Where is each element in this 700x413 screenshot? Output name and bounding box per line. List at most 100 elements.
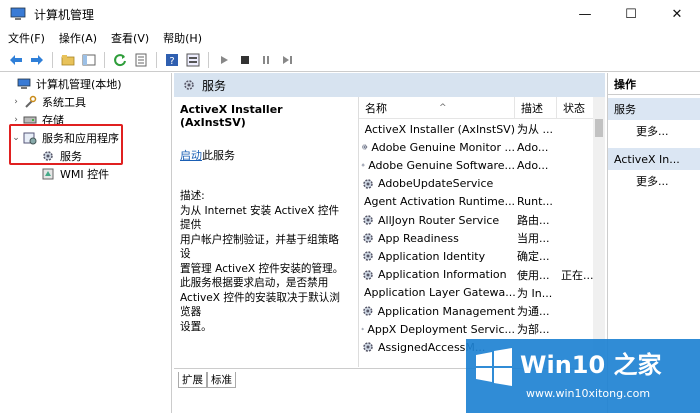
more-actions-link[interactable]: 更多... — [608, 120, 700, 142]
export-list-icon[interactable] — [133, 52, 149, 68]
vertical-scrollbar[interactable] — [593, 97, 605, 367]
service-row[interactable]: Application Identity 确定... — [359, 247, 594, 265]
column-label: 名称 — [365, 102, 387, 115]
tools-icon — [22, 95, 38, 109]
start-service-link[interactable]: 启动 — [180, 149, 202, 162]
service-name: Agent Activation Runtime... — [364, 195, 515, 209]
scrollbar-thumb[interactable] — [595, 119, 603, 137]
tree-item-wmi[interactable]: WMI 控件 — [40, 165, 109, 183]
service-name-cell: Adobe Genuine Software... — [359, 158, 515, 172]
tree-item-root[interactable]: 计算机管理(本地) — [4, 75, 122, 93]
column-header-name[interactable]: 名称 ^ — [359, 97, 515, 119]
service-row[interactable]: AllJoyn Router Service 路由... — [359, 211, 594, 229]
column-label: 状态 — [563, 102, 585, 115]
service-name-cell: Adobe Genuine Monitor ... — [359, 140, 515, 154]
selected-service-title: ActiveX Installer (AxInstSV) — [180, 103, 283, 129]
service-gear-icon — [363, 269, 373, 280]
service-row[interactable]: Application Management 为通... — [359, 302, 594, 320]
description-panel: ActiveX Installer (AxInstSV) 启动此服务 描述: 为… — [174, 97, 354, 367]
expand-icon[interactable]: › — [10, 97, 22, 107]
service-name-cell: Agent Activation Runtime... — [359, 195, 515, 209]
close-button[interactable]: ✕ — [654, 0, 700, 28]
maximize-button[interactable]: ☐ — [608, 0, 654, 28]
service-name-cell: AppX Deployment Servic... — [359, 322, 515, 336]
refresh-icon[interactable] — [112, 52, 128, 68]
more-actions-link[interactable]: 更多... — [608, 170, 700, 192]
menu-bar: 文件(F) 操作(A) 查看(V) 帮助(H) — [0, 28, 700, 48]
services-gear-icon — [184, 80, 194, 90]
tab-extended[interactable]: 扩展 — [178, 372, 207, 388]
column-header-status[interactable]: 状态 — [557, 97, 594, 119]
menu-help[interactable]: 帮助(H) — [163, 30, 202, 46]
service-gear-icon — [363, 178, 373, 189]
up-folder-icon[interactable] — [60, 52, 76, 68]
service-row[interactable]: AppX Deployment Servic... 为部... — [359, 320, 594, 338]
service-desc: 当用... — [517, 232, 550, 246]
description-label: 描述: — [180, 190, 205, 202]
description-line: ActiveX 控件的安装取决于默认浏览器 — [180, 291, 340, 319]
service-row[interactable]: Adobe Genuine Monitor ... Ado... — [359, 138, 594, 156]
forward-icon[interactable] — [29, 52, 45, 68]
start-service-icon[interactable] — [216, 52, 232, 68]
description-line: 置管理 ActiveX 控件安装的管理。 — [180, 262, 344, 275]
service-desc: 路由... — [517, 214, 550, 227]
window-title: 计算机管理 — [34, 7, 95, 22]
actions-section-selected[interactable]: ActiveX In... — [608, 148, 700, 170]
tab-standard[interactable]: 标准 — [207, 372, 236, 388]
minimize-button[interactable]: — — [562, 0, 608, 28]
computer-management-icon — [10, 7, 26, 20]
service-row[interactable]: Agent Activation Runtime... Runt... — [359, 193, 594, 211]
service-name: App Readiness — [378, 231, 459, 245]
show-hide-tree-icon[interactable] — [81, 52, 97, 68]
service-desc: 确定... — [517, 250, 550, 264]
watermark: Win10 之家 www.win10xitong.com — [466, 339, 700, 413]
service-desc: 为 In... — [517, 286, 553, 300]
service-desc: 为从 ... — [517, 123, 553, 136]
restart-service-icon[interactable] — [279, 52, 295, 68]
service-name-cell: Application Information — [359, 268, 515, 282]
service-row[interactable]: Adobe Genuine Software... Ado... — [359, 156, 594, 174]
service-description: 描述: 为从 Internet 安装 ActiveX 控件提供 用户帐户控制验证… — [180, 189, 348, 334]
wmi-icon — [40, 167, 56, 181]
service-name-cell: Application Identity — [359, 249, 515, 263]
back-icon[interactable] — [8, 52, 24, 68]
service-gear-icon — [362, 144, 368, 150]
tree-label: 计算机管理(本地) — [36, 78, 122, 91]
service-gear-icon — [363, 342, 373, 353]
description-line: 设置。 — [180, 320, 212, 333]
tree-item-system-tools[interactable]: › 系统工具 — [10, 93, 86, 111]
toolbar-separator — [52, 51, 53, 68]
help-icon[interactable]: ? — [164, 52, 180, 68]
properties-icon[interactable] — [185, 52, 201, 68]
service-row[interactable]: Application Information 使用... 正在... — [359, 266, 594, 284]
menu-view[interactable]: 查看(V) — [111, 30, 149, 46]
menu-file[interactable]: 文件(F) — [8, 30, 45, 46]
service-name: AdobeUpdateService — [378, 177, 494, 191]
service-desc: 为通... — [517, 305, 550, 318]
service-desc: Ado... — [517, 140, 549, 154]
service-desc: 为部... — [517, 323, 550, 337]
start-link-row: 启动此服务 — [180, 147, 348, 163]
service-row[interactable]: App Readiness 当用... — [359, 229, 594, 247]
svg-text:?: ? — [169, 56, 174, 67]
service-name-cell: App Readiness — [359, 231, 515, 245]
service-desc: Runt... — [517, 195, 553, 209]
menu-action[interactable]: 操作(A) — [59, 30, 97, 46]
window-controls: — ☐ ✕ — [562, 0, 700, 28]
title-bar: 计算机管理 — ☐ ✕ — [0, 0, 700, 28]
services-list: 名称 ^ 描述 状态 ActiveX Installer (AxInstSV) 为从… — [358, 97, 605, 367]
service-name-cell: AdobeUpdateService — [359, 177, 515, 191]
toolbar: ? — [0, 48, 700, 72]
service-row[interactable]: ActiveX Installer (AxInstSV) 为从 ... — [359, 120, 594, 138]
service-row[interactable]: Application Layer Gatewa... 为 In... — [359, 284, 594, 302]
stop-service-icon[interactable] — [237, 52, 253, 68]
sort-up-icon: ^ — [439, 103, 447, 113]
service-name-cell: Application Management — [359, 304, 515, 318]
actions-section-services[interactable]: 服务 — [608, 98, 700, 120]
pause-service-icon[interactable] — [258, 52, 274, 68]
service-name: AppX Deployment Servic... — [367, 322, 515, 336]
column-header-desc[interactable]: 描述 — [515, 97, 557, 119]
service-desc: Ado... — [517, 158, 549, 172]
services-header-title: 服务 — [202, 78, 227, 93]
service-row[interactable]: AdobeUpdateService — [359, 175, 594, 193]
